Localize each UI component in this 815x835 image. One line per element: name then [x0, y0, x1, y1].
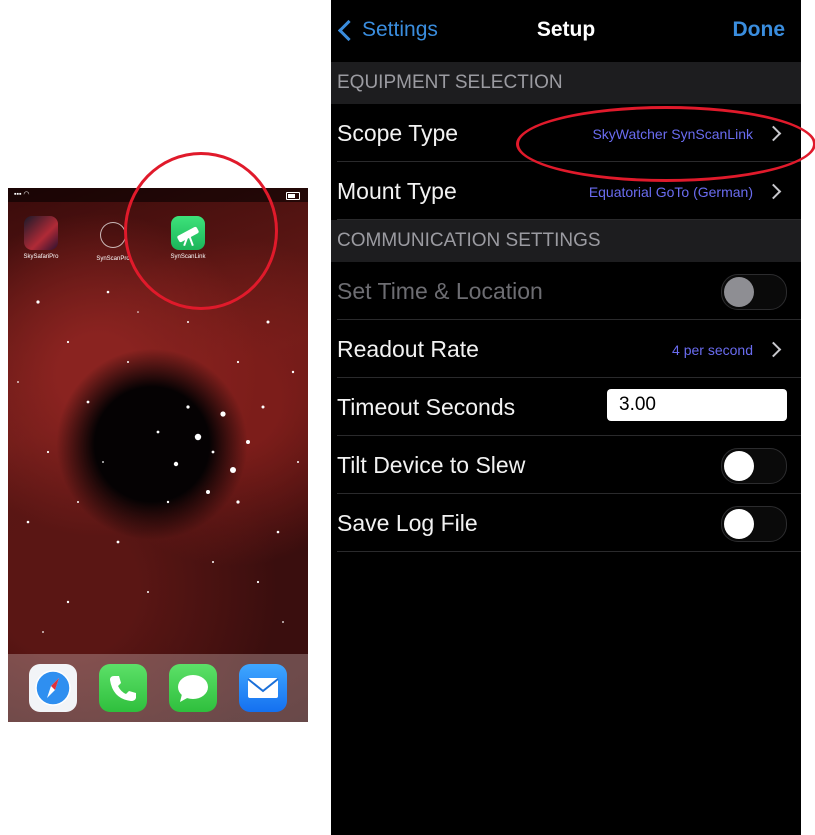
phone-icon[interactable]: [99, 664, 147, 712]
done-button[interactable]: Done: [733, 18, 786, 42]
set-time-location-toggle[interactable]: [721, 274, 787, 310]
navigation-bar: Settings Setup Done: [331, 0, 801, 62]
section-header-equipment: EQUIPMENT SELECTION: [331, 62, 801, 104]
highlight-circle-app: [124, 152, 278, 310]
tilt-device-label: Tilt Device to Slew: [337, 452, 526, 478]
messages-icon[interactable]: [169, 664, 217, 712]
dock: [8, 654, 308, 722]
chevron-right-icon: [765, 341, 782, 358]
mount-type-label: Mount Type: [337, 178, 457, 204]
row-timeout-seconds: Timeout Seconds 3.00: [337, 378, 801, 436]
save-log-toggle[interactable]: [721, 506, 787, 542]
app-skysafari[interactable]: SkySafariPro: [11, 216, 71, 260]
highlight-circle-scope-type: [516, 106, 815, 182]
timeout-seconds-label: Timeout Seconds: [337, 394, 516, 420]
chevron-right-icon: [765, 183, 782, 200]
timeout-seconds-field[interactable]: 3.00: [607, 389, 787, 421]
battery-icon: [286, 192, 300, 200]
row-readout-rate[interactable]: Readout Rate 4 per second: [337, 320, 801, 378]
tilt-device-toggle[interactable]: [721, 448, 787, 484]
readout-rate-label: Readout Rate: [337, 336, 479, 362]
camera-icon: [100, 222, 126, 248]
mail-icon[interactable]: [239, 664, 287, 712]
signal-icon: ▪▪▪ ◠: [14, 191, 30, 198]
section-header-communication: COMMUNICATION SETTINGS: [331, 220, 801, 262]
page-title: Setup: [536, 18, 596, 41]
row-tilt-device: Tilt Device to Slew: [337, 436, 801, 494]
set-time-location-label: Set Time & Location: [337, 278, 543, 304]
save-log-label: Save Log File: [337, 510, 478, 536]
safari-icon[interactable]: [29, 664, 77, 712]
readout-rate-value: 4 per second: [672, 342, 753, 358]
row-save-log: Save Log File: [337, 494, 801, 552]
mount-type-value: Equatorial GoTo (German): [588, 184, 753, 200]
row-set-time-location: Set Time & Location: [337, 262, 801, 320]
scope-type-label: Scope Type: [337, 120, 459, 146]
skysafari-icon: [24, 216, 58, 250]
